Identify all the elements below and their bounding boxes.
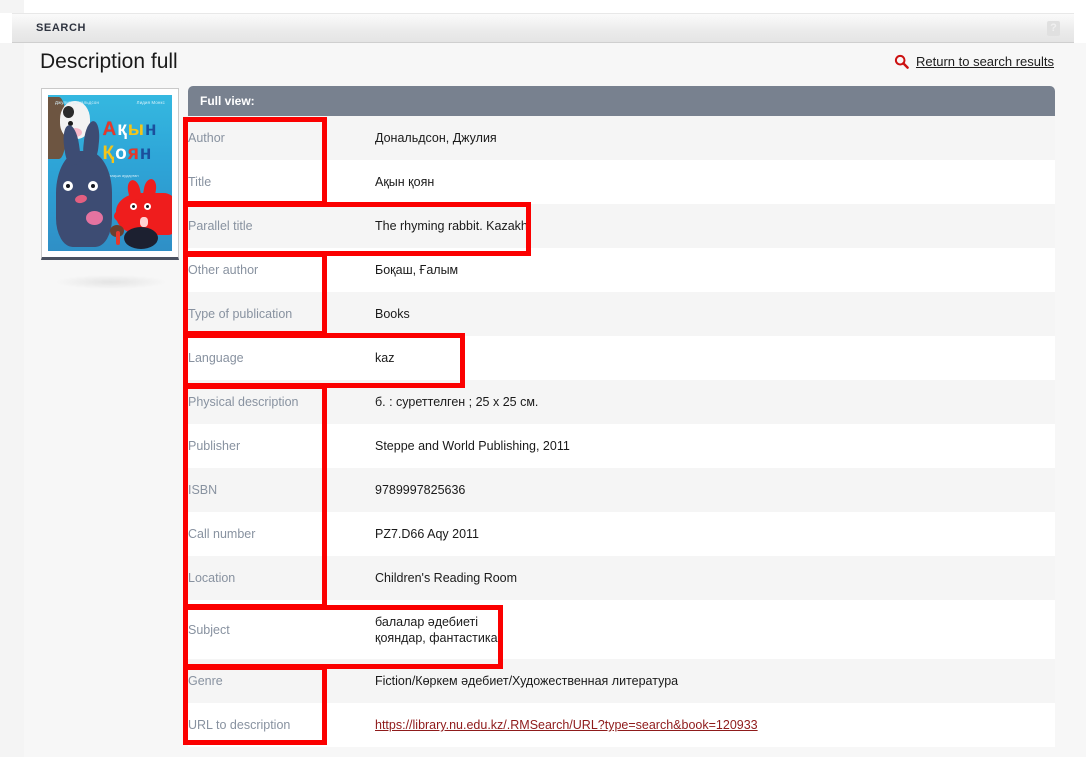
table-row: Publisher Steppe and World Publishing, 2… xyxy=(188,424,1055,468)
cover-letter: н xyxy=(145,119,158,140)
page-left-edge xyxy=(0,0,24,13)
table-row: Subject балалар әдебиеті қояндар, фантаст… xyxy=(188,600,1055,659)
cover-letter: н xyxy=(139,143,153,164)
cover-rabbit-eye-left xyxy=(63,181,73,191)
row-label: Publisher xyxy=(188,424,375,468)
table-row: Location Children's Reading Room xyxy=(188,556,1055,600)
table-row: Author Дональдсон, Джулия xyxy=(188,116,1055,160)
page-title: Description full xyxy=(40,50,178,73)
cover-rabbit-paw xyxy=(86,211,103,225)
cover-title-line1: Ақын xyxy=(103,119,172,141)
row-value: Дональдсон, Джулия xyxy=(375,116,1055,160)
cover-letter: о xyxy=(115,143,128,164)
row-label: Other author xyxy=(188,248,375,292)
cover-dark-shape xyxy=(124,227,158,249)
row-value: Ақын қоян xyxy=(375,160,1055,204)
row-label: Parallel title xyxy=(188,204,375,248)
browser-top-strip xyxy=(0,0,1086,13)
book-cover-art: Джулия Дональдсон Лидия Монкс Ақын Қоян … xyxy=(48,95,172,251)
app-root: SEARCH ? Description full Return to sear… xyxy=(0,0,1086,757)
cover-rabbit xyxy=(56,120,112,247)
row-value-multiline: балалар әдебиеті қояндар, фантастика xyxy=(375,614,498,645)
table-row: ISBN 9789997825636 xyxy=(188,468,1055,512)
help-icon[interactable]: ? xyxy=(1047,21,1060,36)
row-value: 9789997825636 xyxy=(375,468,1055,512)
row-value: Боқаш, Ғалым xyxy=(375,248,1055,292)
row-value: Steppe and World Publishing, 2011 xyxy=(375,424,1055,468)
return-link-label: Return to search results xyxy=(915,54,1054,69)
row-label: Author xyxy=(188,116,375,160)
row-value: kaz xyxy=(375,336,1055,380)
table-row: Other author Боқаш, Ғалым xyxy=(188,248,1055,292)
row-label: ISBN xyxy=(188,468,375,512)
table-row: Genre Fiction/Көркем әдебиет/Художествен… xyxy=(188,659,1055,703)
row-value: балалар әдебиеті қояндар, фантастика xyxy=(375,600,1055,659)
cover-letter: ы xyxy=(127,119,146,140)
cover-rabbit-eye-right xyxy=(88,181,98,191)
row-label: URL to description xyxy=(188,703,375,747)
cover-letter: А xyxy=(102,119,118,140)
search-bar[interactable]: SEARCH ? xyxy=(12,13,1074,43)
full-view-header: Full view: xyxy=(188,86,1055,116)
return-to-search-results-link[interactable]: Return to search results xyxy=(894,54,1054,69)
row-label: Type of publication xyxy=(188,292,375,336)
cover-fox-snout xyxy=(114,209,136,223)
cover-rabbit-nose xyxy=(74,193,88,205)
cover-title-line2: Қоян xyxy=(103,143,172,165)
cover-red-shape xyxy=(116,231,120,245)
cover-letter: қ xyxy=(117,119,128,140)
table-row: Physical description б. : суреттелген ; … xyxy=(188,380,1055,424)
cover-credits: Джулия Дональдсон Лидия Монкс xyxy=(55,100,165,105)
cover-fox-tongue xyxy=(140,217,148,227)
row-value-url: https://library.nu.edu.kz/.RMSearch/URL?… xyxy=(375,703,1055,747)
table-row: URL to description https://library.nu.ed… xyxy=(188,703,1055,747)
row-label: Subject xyxy=(188,600,375,659)
row-label: Genre xyxy=(188,659,375,703)
search-bar-label: SEARCH xyxy=(36,22,87,34)
row-label: Call number xyxy=(188,512,375,556)
table-row: Type of publication Books xyxy=(188,292,1055,336)
cover-credit-right: Лидия Монкс xyxy=(136,100,165,105)
row-value: Fiction/Көркем әдебиет/Художественная ли… xyxy=(375,659,1055,703)
row-value: The rhyming rabbit. Kazakh xyxy=(375,204,1055,248)
full-view-table: Author Дональдсон, Джулия Title Ақын қоя… xyxy=(188,116,1055,747)
table-row: Call number PZ7.D66 Aqy 2011 xyxy=(188,512,1055,556)
row-label: Title xyxy=(188,160,375,204)
cover-fox-eye-left xyxy=(130,203,137,210)
row-label: Language xyxy=(188,336,375,380)
row-value: Books xyxy=(375,292,1055,336)
cover-fox-ear-left xyxy=(126,178,142,202)
book-cover-thumbnail[interactable]: Джулия Дональдсон Лидия Монкс Ақын Қоян … xyxy=(41,88,179,260)
table-row: Parallel title The rhyming rabbit. Kazak… xyxy=(188,204,1055,248)
cover-fox-ear-right xyxy=(142,178,158,200)
cover-shadow xyxy=(56,275,166,289)
cover-credit-left: Джулия Дональдсон xyxy=(55,100,100,105)
magnifier-icon xyxy=(894,54,909,69)
cover-fox-eye-right xyxy=(144,203,151,210)
row-label: Physical description xyxy=(188,380,375,424)
page-gutter xyxy=(0,43,24,757)
cover-letter: я xyxy=(127,143,140,164)
description-url-link[interactable]: https://library.nu.edu.kz/.RMSearch/URL?… xyxy=(375,718,758,732)
row-value: PZ7.D66 Aqy 2011 xyxy=(375,512,1055,556)
row-value: Children's Reading Room xyxy=(375,556,1055,600)
table-row: Title Ақын қоян xyxy=(188,160,1055,204)
cover-letter: Қ xyxy=(102,143,116,164)
row-label: Location xyxy=(188,556,375,600)
full-view-panel: Full view: Author Дональдсон, Джулия Tit… xyxy=(188,86,1055,747)
table-row: Language kaz xyxy=(188,336,1055,380)
full-view-table-body: Author Дональдсон, Джулия Title Ақын қоя… xyxy=(188,116,1055,747)
row-value: б. : суреттелген ; 25 x 25 см. xyxy=(375,380,1055,424)
